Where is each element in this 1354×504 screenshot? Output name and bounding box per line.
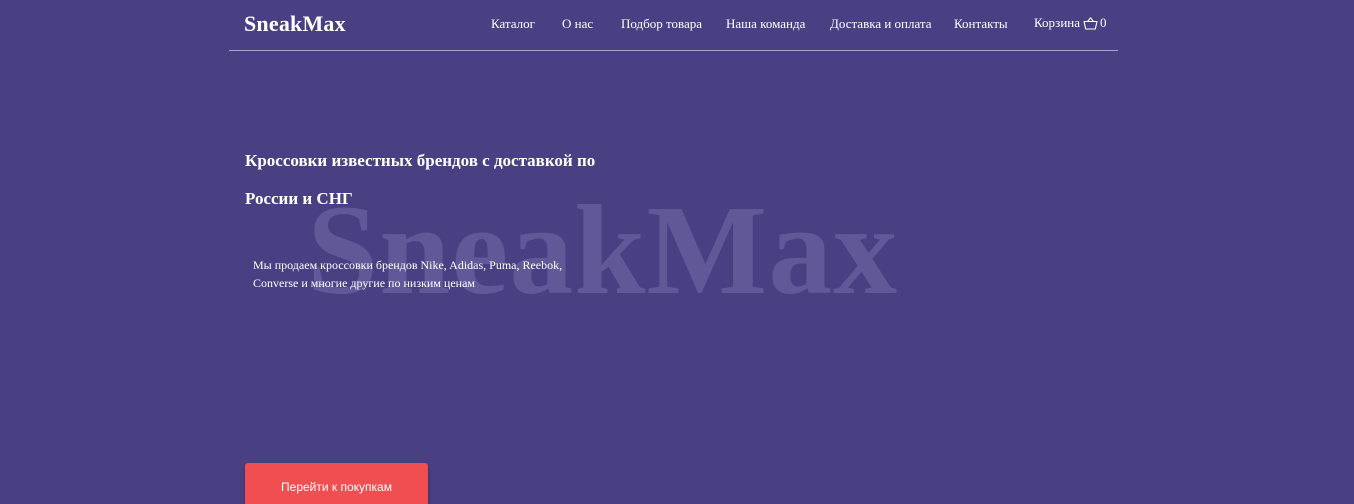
hero-title-line-2: России и СНГ xyxy=(245,189,353,208)
shop-now-button[interactable]: Перейти к покупкам xyxy=(245,463,428,504)
basket-icon xyxy=(1083,16,1098,30)
page: SneakMax SneakMax Каталог О нас Подбор т… xyxy=(0,0,1354,504)
nav-item-catalog[interactable]: Каталог xyxy=(491,16,535,32)
nav-item-about[interactable]: О нас xyxy=(562,16,593,32)
cart-link[interactable]: Корзина 0 xyxy=(1034,15,1107,31)
hero-title-line-1: Кроссовки известных брендов с доставкой … xyxy=(245,151,596,170)
nav-item-product-selection[interactable]: Подбор товара xyxy=(621,16,702,32)
cart-count: 0 xyxy=(1100,15,1107,30)
nav-item-delivery[interactable]: Доставка и оплата xyxy=(830,16,932,32)
site-header: SneakMax Каталог О нас Подбор товара Наш… xyxy=(229,0,1118,51)
logo[interactable]: SneakMax xyxy=(244,11,346,37)
nav-item-team[interactable]: Наша команда xyxy=(726,16,805,32)
hero-title: Кроссовки известных брендов с доставкой … xyxy=(245,142,645,218)
hero-subtitle-line-2: Converse и многие другие по низким ценам xyxy=(253,276,475,290)
cart-label: Корзина xyxy=(1034,15,1081,30)
hero-subtitle: Мы продаем кроссовки брендов Nike, Adida… xyxy=(253,256,583,292)
hero-subtitle-line-1: Мы продаем кроссовки брендов Nike, Adida… xyxy=(253,258,563,272)
nav-item-contacts[interactable]: Контакты xyxy=(954,16,1008,32)
